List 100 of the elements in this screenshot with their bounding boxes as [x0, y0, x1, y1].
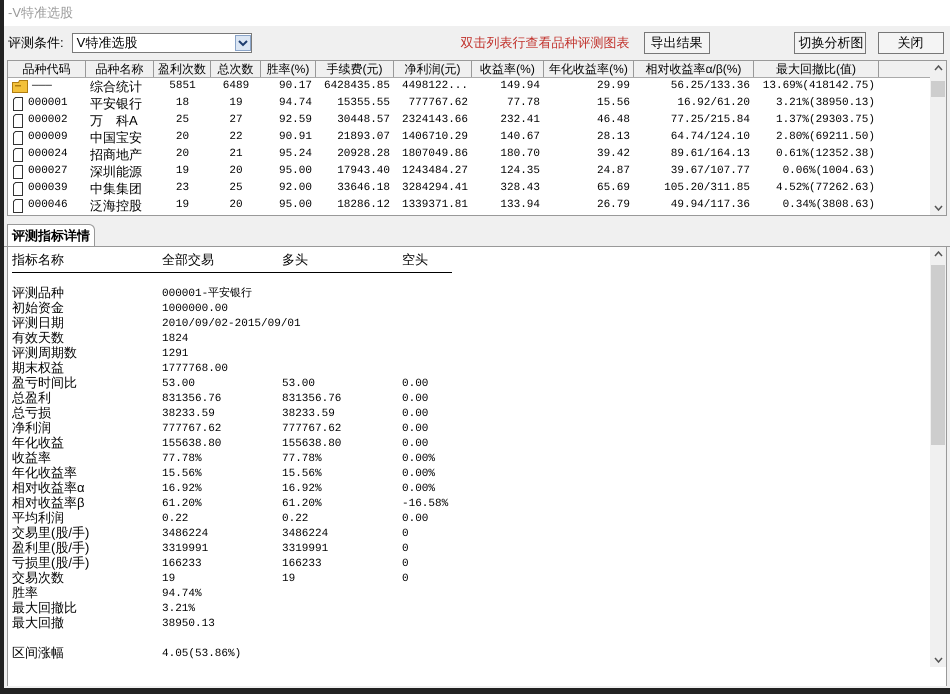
column-header[interactable]: 收益率(%) — [472, 61, 544, 77]
metric-value: 19 — [162, 573, 176, 585]
table-cell-text: 89.61/164.13 — [670, 147, 750, 162]
table-cell-text: 20 — [229, 164, 243, 179]
metric-name: 亏损里(股/手) — [12, 555, 90, 570]
table-cell-text: 39.67/107.77 — [670, 164, 750, 179]
table-cell-text: 149.94 — [500, 79, 540, 94]
metric-name: 年化收益率 — [12, 465, 77, 480]
document-icon — [12, 96, 24, 110]
window-title: -V特准选股 — [4, 0, 950, 26]
column-header[interactable]: 手续费(元) — [316, 61, 394, 77]
table-cell-text: 0.34%(3808.63) — [782, 198, 875, 213]
scroll-thumb[interactable] — [931, 81, 945, 97]
column-header[interactable]: 年化收益率(%) — [544, 61, 634, 77]
column-header[interactable]: 相对收益率α/β(%) — [634, 61, 754, 77]
metric-value: 777767.62 — [162, 423, 222, 435]
table-cell-text: 49.94/117.36 — [670, 198, 750, 213]
metric-value: 38950.13 — [162, 618, 215, 630]
scrollbar[interactable] — [930, 61, 946, 215]
table-cell-text: 20 — [176, 147, 190, 162]
table-cell-text: 46.48 — [596, 113, 630, 128]
table-cell-text: 95.24 — [278, 147, 312, 162]
metric-name: 评测品种 — [12, 285, 64, 300]
metric-value: 1291 — [162, 348, 188, 360]
table-cell-text: ——— — [32, 79, 52, 94]
metric-value: 166233 — [162, 558, 202, 570]
table-cell-text: 92.59 — [278, 113, 312, 128]
document-icon — [12, 148, 24, 162]
metric-name: 胜率 — [12, 585, 38, 600]
metric-value: 16.92% — [282, 483, 322, 495]
table-cell-text: 56.25/133.36 — [670, 79, 750, 94]
table-cell: 深圳能源 — [90, 163, 142, 180]
table-cell-text: 26.79 — [596, 198, 630, 213]
tab[interactable]: 评测指标详情 — [7, 224, 95, 246]
table-cell-text: 1807049.86 — [402, 147, 468, 162]
table-cell-text: 000024 — [28, 147, 68, 162]
table-cell-text: 25 — [176, 113, 190, 128]
document-icon — [12, 164, 24, 178]
table-cell-text: 1.37%(29303.75) — [776, 113, 875, 128]
table-cell-text: 20 — [229, 198, 243, 213]
metric-value: 0.00 — [402, 438, 428, 450]
metric-name: 相对收益率α — [12, 480, 85, 495]
metric-value: 53.00 — [162, 378, 196, 390]
metric-value: 3486224 — [282, 528, 328, 540]
condition-dropdown[interactable]: V特准选股 — [72, 33, 252, 53]
table-cell-text: 39.42 — [596, 147, 630, 162]
metric-value: 0.00 — [402, 513, 428, 525]
table-cell: 万 科A — [90, 112, 138, 129]
table-cell-text: 6428435.85 — [324, 79, 390, 94]
column-header[interactable]: 品种代码 — [8, 61, 86, 77]
metric-value: 0.22 — [162, 513, 188, 525]
metric-value: 155638.80 — [162, 438, 222, 450]
column-header[interactable]: 品种名称 — [86, 61, 154, 77]
toolbar-button[interactable]: 关闭 — [878, 32, 944, 54]
table-cell-text: 000002 — [28, 113, 68, 128]
document-icon — [12, 130, 24, 144]
table-cell-text: 000009 — [28, 130, 68, 145]
toolbar-button[interactable]: 切换分析图 — [794, 32, 866, 54]
scroll-thumb[interactable] — [931, 265, 945, 445]
metric-name: 最大回撤 — [12, 615, 64, 630]
table-cell-text: 19 — [176, 164, 190, 179]
metric-value: 0.00 — [402, 423, 428, 435]
column-header[interactable]: 净利润(元) — [394, 61, 472, 77]
metric-value: 0.00% — [402, 453, 436, 465]
column-header[interactable]: 胜率(%) — [261, 61, 316, 77]
table-cell-text: 105.20/311.85 — [664, 181, 750, 196]
document-icon — [12, 114, 24, 128]
table-cell-text: 23 — [176, 181, 190, 196]
table-cell-text: 15355.55 — [337, 96, 390, 111]
table-cell-text: 25 — [229, 181, 243, 196]
scrollbar[interactable] — [930, 247, 946, 667]
metric-value: 3319991 — [162, 543, 208, 555]
metric-name: 年化收益 — [12, 435, 64, 450]
table-cell-text: 65.69 — [596, 181, 630, 196]
column-header: 空头 — [402, 251, 429, 270]
metric-value: 15.56% — [162, 468, 202, 480]
metric-value: 1000000.00 — [162, 303, 228, 315]
column-header[interactable]: 最大回撤比(值) — [754, 61, 879, 77]
metric-value: 0.00 — [402, 393, 428, 405]
table-cell-text: 90.17 — [278, 79, 312, 94]
hint-text: 双击列表行查看品种评测图表 — [460, 34, 630, 52]
metric-name: 区间涨幅 — [12, 645, 64, 660]
metric-value: 1777768.00 — [162, 363, 228, 375]
toolbar-button[interactable]: 导出结果 — [644, 32, 710, 54]
metric-value: 2010/09/02-2015/09/01 — [162, 318, 301, 330]
table-cell-text: 328.43 — [500, 181, 540, 196]
table-cell-text: 94.74 — [278, 96, 312, 111]
table-cell: 综合统计 — [90, 78, 142, 95]
table-cell-text: 124.35 — [500, 164, 540, 179]
column-header[interactable]: 总次数 — [211, 61, 261, 77]
column-header[interactable]: 盈利次数 — [154, 61, 211, 77]
metric-value: 61.20% — [162, 498, 202, 510]
metric-value: 38233.59 — [282, 408, 335, 420]
table-cell-text: 17943.40 — [337, 164, 390, 179]
metric-value: 94.74% — [162, 588, 202, 600]
table-cell: 招商地产 — [90, 146, 142, 163]
table-cell-text: 133.94 — [500, 198, 540, 213]
table-cell-text: 3.21%(38950.13) — [776, 96, 875, 111]
table-cell-text: 000039 — [28, 181, 68, 196]
column-header: 全部交易 — [162, 251, 215, 270]
